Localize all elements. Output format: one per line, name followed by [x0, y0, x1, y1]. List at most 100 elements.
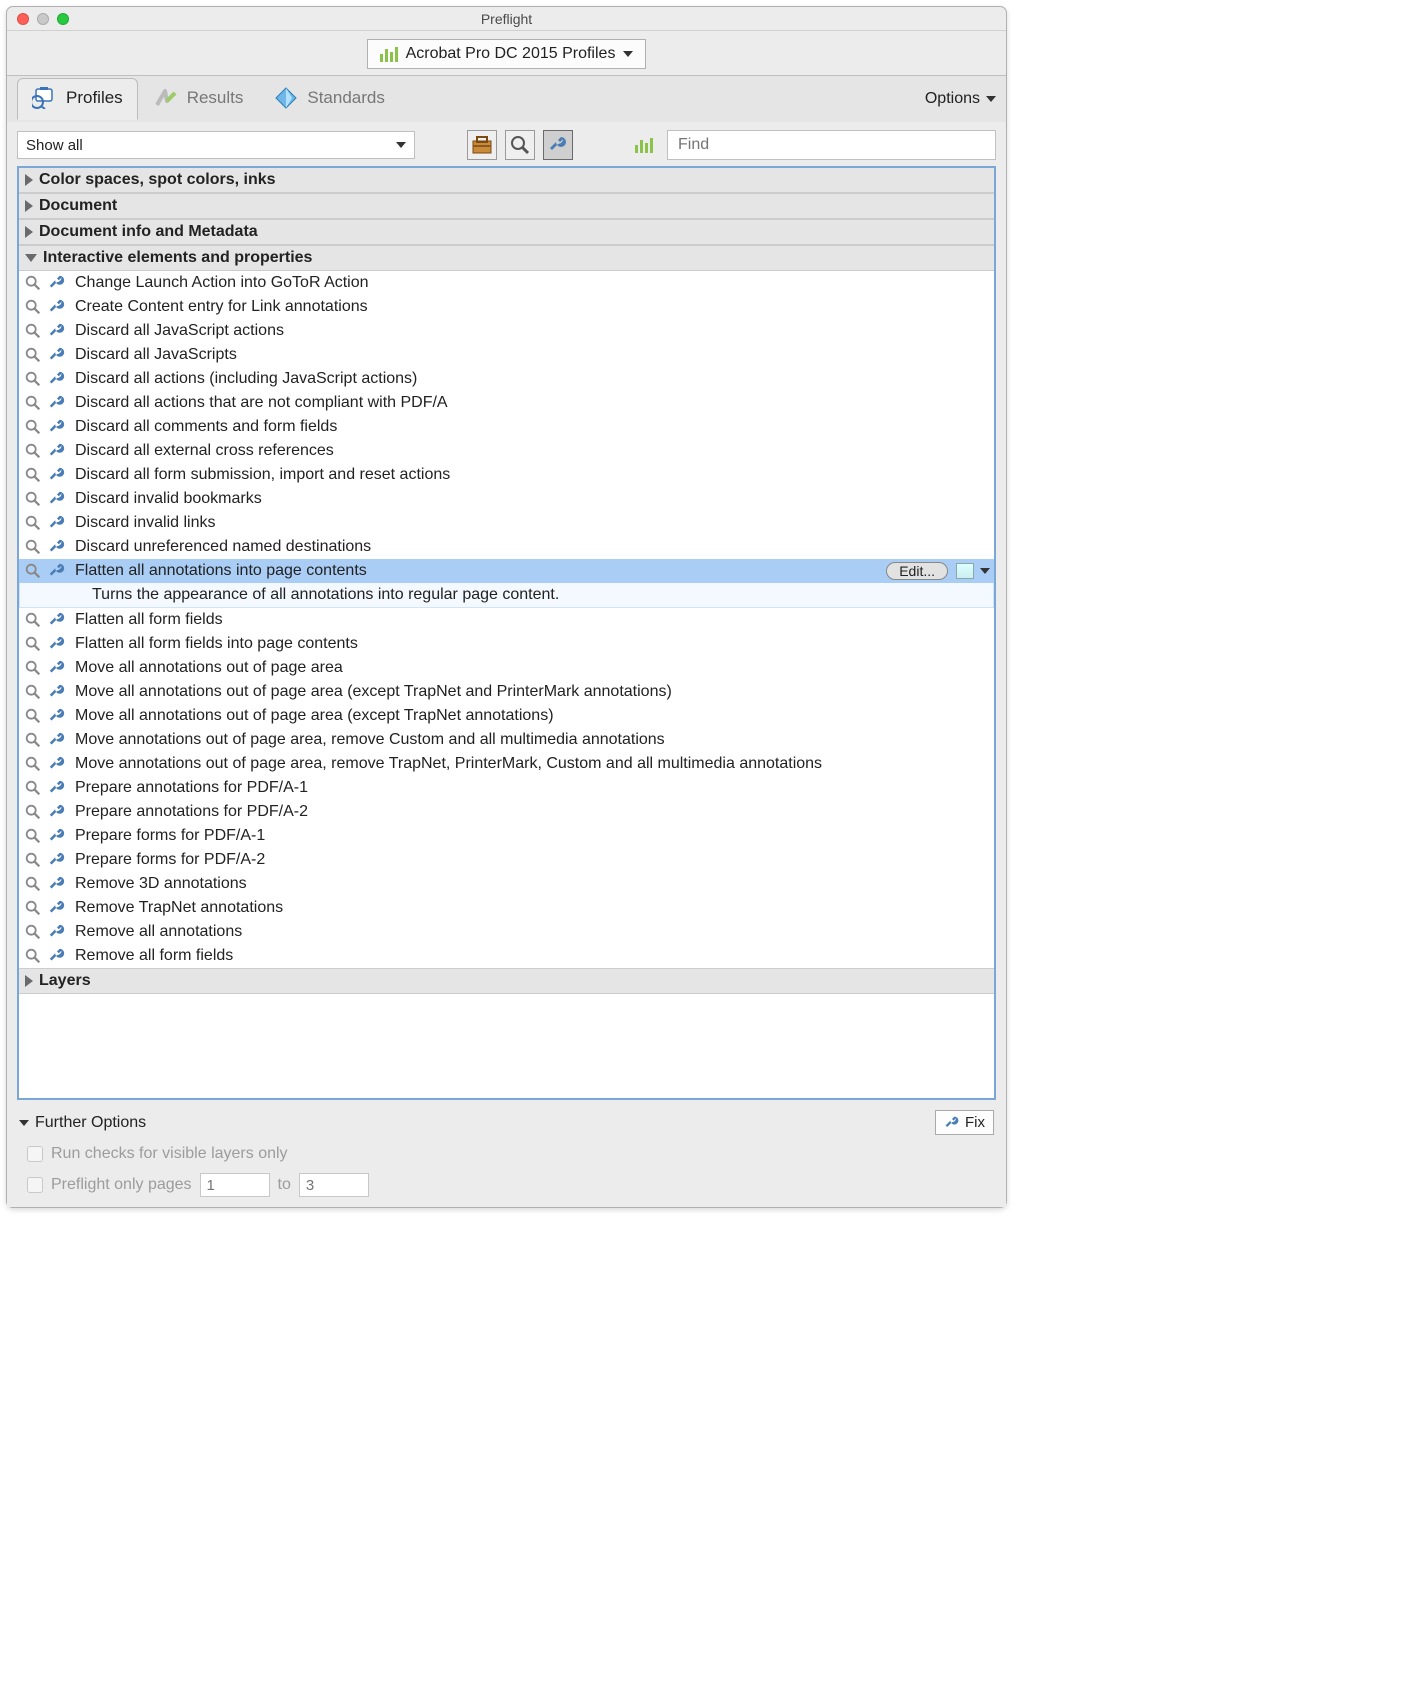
category-row[interactable]: Document	[19, 193, 994, 219]
profile-list[interactable]: Color spaces, spot colors, inks Document D…	[19, 168, 994, 1098]
fixup-item[interactable]: Prepare annotations for PDF/A-1	[19, 776, 994, 800]
wrench-icon	[47, 537, 67, 557]
fixup-item[interactable]: Discard all actions that are not complia…	[19, 391, 994, 415]
tab-results[interactable]: Results	[138, 78, 259, 120]
options-menu-button[interactable]: Options	[925, 90, 996, 108]
fixup-item[interactable]: Discard all actions (including JavaScrip…	[19, 367, 994, 391]
profile-selector-button[interactable]: Acrobat Pro DC 2015 Profiles	[367, 39, 647, 69]
category-row[interactable]: Color spaces, spot colors, inks	[19, 168, 994, 193]
page-to-input[interactable]	[299, 1173, 369, 1197]
wrench-icon	[47, 561, 67, 581]
analyze-icon	[23, 561, 43, 581]
wrench-icon	[47, 682, 67, 702]
fixup-item[interactable]: Flatten all annotations into page conten…	[19, 559, 994, 583]
fixup-item[interactable]: Move all annotations out of page area (e…	[19, 704, 994, 728]
tab-profiles[interactable]: Profiles	[17, 78, 138, 120]
fixup-item[interactable]: Change Launch Action into GoToR Action	[19, 271, 994, 295]
analyze-icon	[23, 682, 43, 702]
visible-layers-label: Run checks for visible layers only	[51, 1145, 288, 1163]
toolbox-toggle-button[interactable]	[467, 130, 497, 160]
disclosure-right-icon	[25, 174, 33, 186]
analyze-icon	[23, 393, 43, 413]
category-row[interactable]: Document info and Metadata	[19, 219, 994, 245]
fixup-item[interactable]: Move annotations out of page area, remov…	[19, 728, 994, 752]
fixup-label: Prepare annotations for PDF/A-1	[71, 779, 308, 797]
fixup-label: Move annotations out of page area, remov…	[71, 755, 822, 773]
analyze-icon	[23, 537, 43, 557]
chevron-down-icon	[396, 142, 406, 148]
analyze-icon	[23, 513, 43, 533]
find-input[interactable]	[667, 130, 996, 160]
fixup-item[interactable]: Discard invalid links	[19, 511, 994, 535]
fixup-label: Remove TrapNet annotations	[71, 899, 283, 917]
analyze-icon	[23, 922, 43, 942]
fixup-item[interactable]: Discard invalid bookmarks	[19, 487, 994, 511]
chevron-down-icon[interactable]	[980, 568, 990, 574]
fixup-item[interactable]: Discard all JavaScripts	[19, 343, 994, 367]
analyze-icon	[23, 826, 43, 846]
profile-list-container: Color spaces, spot colors, inks Document D…	[17, 166, 996, 1100]
category-row[interactable]: Layers	[19, 968, 994, 994]
fixup-label: Discard all JavaScripts	[71, 346, 237, 364]
fixup-item[interactable]: Prepare annotations for PDF/A-2	[19, 800, 994, 824]
edit-button[interactable]: Edit...	[886, 562, 948, 580]
wrench-icon	[47, 946, 67, 966]
checks-toggle-button[interactable]	[505, 130, 535, 160]
fixup-label: Flatten all form fields	[71, 611, 223, 629]
analyze-icon	[23, 850, 43, 870]
fixup-item[interactable]: Discard all form submission, import and …	[19, 463, 994, 487]
wrench-icon	[47, 297, 67, 317]
fixup-item[interactable]: Remove all annotations	[19, 920, 994, 944]
further-options-label: Further Options	[35, 1114, 146, 1132]
further-options-toggle[interactable]: Further Options	[19, 1114, 146, 1132]
fixup-item[interactable]: Discard unreferenced named destinations	[19, 535, 994, 559]
analyze-icon	[23, 610, 43, 630]
flag-icon[interactable]	[956, 563, 974, 579]
fixup-item[interactable]: Discard all comments and form fields	[19, 415, 994, 439]
visible-layers-checkbox[interactable]	[27, 1146, 43, 1162]
fixup-item[interactable]: Prepare forms for PDF/A-2	[19, 848, 994, 872]
fixup-item[interactable]: Prepare forms for PDF/A-1	[19, 824, 994, 848]
showall-select[interactable]: Show all	[17, 131, 415, 159]
fixup-item[interactable]: Discard all external cross references	[19, 439, 994, 463]
wrench-icon	[47, 874, 67, 894]
fixups-toggle-button[interactable]	[543, 130, 573, 160]
category-label: Color spaces, spot colors, inks	[39, 171, 276, 189]
fixup-item[interactable]: Flatten all form fields	[19, 608, 994, 632]
fixup-item[interactable]: Remove all form fields	[19, 944, 994, 968]
fixup-item[interactable]: Move annotations out of page area, remov…	[19, 752, 994, 776]
fixup-item[interactable]: Discard all JavaScript actions	[19, 319, 994, 343]
fixup-label: Discard invalid links	[71, 514, 216, 532]
wrench-icon	[47, 345, 67, 365]
wrench-icon	[47, 441, 67, 461]
category-label: Interactive elements and properties	[43, 249, 312, 267]
results-tab-icon	[153, 87, 179, 109]
analyze-icon	[23, 321, 43, 341]
wrench-icon	[47, 489, 67, 509]
tab-standards-label: Standards	[307, 88, 385, 108]
fixup-label: Flatten all form fields into page conten…	[71, 635, 358, 653]
fix-button[interactable]: Fix	[935, 1110, 994, 1135]
fixup-item[interactable]: Flatten all form fields into page conten…	[19, 632, 994, 656]
tabbar: Profiles Results Standards Options	[7, 76, 1006, 122]
wrench-icon	[47, 369, 67, 389]
category-label: Document info and Metadata	[39, 223, 258, 241]
disclosure-down-icon	[25, 254, 37, 262]
analyze-icon	[23, 730, 43, 750]
fixup-item[interactable]: Remove 3D annotations	[19, 872, 994, 896]
wrench-icon	[47, 754, 67, 774]
analyze-icon	[23, 658, 43, 678]
fixup-item[interactable]: Move all annotations out of page area	[19, 656, 994, 680]
page-from-input[interactable]	[200, 1173, 270, 1197]
fixup-item[interactable]: Remove TrapNet annotations	[19, 896, 994, 920]
analyze-icon	[23, 754, 43, 774]
tab-standards[interactable]: Standards	[258, 78, 400, 120]
bars-icon	[635, 138, 653, 153]
fixup-item[interactable]: Move all annotations out of page area (e…	[19, 680, 994, 704]
category-row[interactable]: Interactive elements and properties	[19, 245, 994, 271]
fixup-label: Remove all annotations	[71, 923, 242, 941]
library-bars-button[interactable]	[629, 130, 659, 160]
fixup-item[interactable]: Create Content entry for Link annotation…	[19, 295, 994, 319]
preflight-pages-checkbox[interactable]	[27, 1177, 43, 1193]
fixup-label: Move all annotations out of page area (e…	[71, 683, 672, 701]
